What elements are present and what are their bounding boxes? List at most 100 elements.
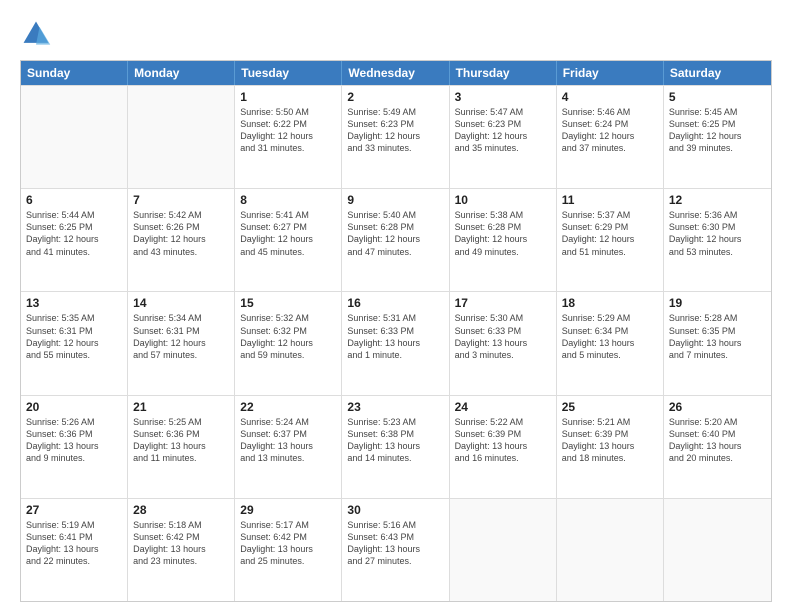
day-number: 9 [347,193,443,207]
day-number: 19 [669,296,766,310]
weekday-header: Tuesday [235,61,342,85]
day-number: 8 [240,193,336,207]
calendar-day-22: 22 Sunrise: 5:24 AM Sunset: 6:37 PM Dayli… [235,396,342,498]
calendar-day-6: 6 Sunrise: 5:44 AM Sunset: 6:25 PM Daylig… [21,189,128,291]
calendar-body: 1 Sunrise: 5:50 AM Sunset: 6:22 PM Daylig… [21,85,771,601]
calendar-day-25: 25 Sunrise: 5:21 AM Sunset: 6:39 PM Dayli… [557,396,664,498]
day-number: 7 [133,193,229,207]
calendar-day-21: 21Sunrise: 5:25 AM Sunset: 6:36 PM Dayli… [128,396,235,498]
weekday-header: Monday [128,61,235,85]
day-info: Sunrise: 5:29 AM Sunset: 6:34 PM Dayligh… [562,312,658,361]
day-number: 4 [562,90,658,104]
calendar-day-1: 1 Sunrise: 5:50 AM Sunset: 6:22 PM Daylig… [235,86,342,188]
day-info: Sunrise: 5:21 AM Sunset: 6:39 PM Dayligh… [562,416,658,465]
calendar-day-17: 17 Sunrise: 5:30 AM Sunset: 6:33 PM Dayli… [450,292,557,394]
calendar-day-28: 28 Sunrise: 5:18 AM Sunset: 6:42 PM Dayli… [128,499,235,601]
calendar-empty-cell [557,499,664,601]
calendar-day-13: 13 Sunrise: 5:35 AM Sunset: 6:31 PM Dayli… [21,292,128,394]
day-info: Sunrise: 5:22 AM Sunset: 6:39 PM Dayligh… [455,416,551,465]
calendar-day-5: 5Sunrise: 5:45 AM Sunset: 6:25 PM Daylig… [664,86,771,188]
day-number: 29 [240,503,336,517]
day-info: Sunrise: 5:23 AM Sunset: 6:38 PM Dayligh… [347,416,443,465]
day-number: 10 [455,193,551,207]
weekday-header: Sunday [21,61,128,85]
day-info: Sunrise: 5:36 AM Sunset: 6:30 PM Dayligh… [669,209,766,258]
calendar-day-30: 30 Sunrise: 5:16 AM Sunset: 6:43 PM Dayli… [342,499,449,601]
day-number: 28 [133,503,229,517]
day-number: 3 [455,90,551,104]
day-info: Sunrise: 5:17 AM Sunset: 6:42 PM Dayligh… [240,519,336,568]
day-info: Sunrise: 5:16 AM Sunset: 6:43 PM Dayligh… [347,519,443,568]
day-info: Sunrise: 5:31 AM Sunset: 6:33 PM Dayligh… [347,312,443,361]
day-info: Sunrise: 5:50 AM Sunset: 6:22 PM Dayligh… [240,106,336,155]
calendar: SundayMondayTuesdayWednesdayThursdayFrid… [20,60,772,602]
calendar-day-12: 12 Sunrise: 5:36 AM Sunset: 6:30 PM Dayli… [664,189,771,291]
day-number: 11 [562,193,658,207]
calendar-day-11: 11 Sunrise: 5:37 AM Sunset: 6:29 PM Dayli… [557,189,664,291]
day-number: 14 [133,296,229,310]
day-info: Sunrise: 5:25 AM Sunset: 6:36 PM Dayligh… [133,416,229,465]
calendar-day-16: 16 Sunrise: 5:31 AM Sunset: 6:33 PM Dayli… [342,292,449,394]
day-info: Sunrise: 5:44 AM Sunset: 6:25 PM Dayligh… [26,209,122,258]
day-info: Sunrise: 5:49 AM Sunset: 6:23 PM Dayligh… [347,106,443,155]
day-info: Sunrise: 5:26 AM Sunset: 6:36 PM Dayligh… [26,416,122,465]
day-number: 1 [240,90,336,104]
calendar-day-24: 24 Sunrise: 5:22 AM Sunset: 6:39 PM Dayli… [450,396,557,498]
day-info: Sunrise: 5:41 AM Sunset: 6:27 PM Dayligh… [240,209,336,258]
calendar-empty-cell [450,499,557,601]
calendar-row: 20 Sunrise: 5:26 AM Sunset: 6:36 PM Dayli… [21,395,771,498]
calendar-day-15: 15 Sunrise: 5:32 AM Sunset: 6:32 PM Dayli… [235,292,342,394]
day-number: 13 [26,296,122,310]
day-number: 30 [347,503,443,517]
calendar-day-19: 19Sunrise: 5:28 AM Sunset: 6:35 PM Dayli… [664,292,771,394]
day-info: Sunrise: 5:18 AM Sunset: 6:42 PM Dayligh… [133,519,229,568]
calendar-header: SundayMondayTuesdayWednesdayThursdayFrid… [21,61,771,85]
calendar-day-2: 2Sunrise: 5:49 AM Sunset: 6:23 PM Daylig… [342,86,449,188]
day-number: 6 [26,193,122,207]
day-number: 23 [347,400,443,414]
day-info: Sunrise: 5:24 AM Sunset: 6:37 PM Dayligh… [240,416,336,465]
day-info: Sunrise: 5:35 AM Sunset: 6:31 PM Dayligh… [26,312,122,361]
calendar-empty-cell [128,86,235,188]
calendar-day-23: 23 Sunrise: 5:23 AM Sunset: 6:38 PM Dayli… [342,396,449,498]
day-number: 26 [669,400,766,414]
calendar-day-26: 26 Sunrise: 5:20 AM Sunset: 6:40 PM Dayli… [664,396,771,498]
day-number: 24 [455,400,551,414]
calendar-row: 27 Sunrise: 5:19 AM Sunset: 6:41 PM Dayli… [21,498,771,601]
calendar-day-18: 18Sunrise: 5:29 AM Sunset: 6:34 PM Dayli… [557,292,664,394]
day-info: Sunrise: 5:42 AM Sunset: 6:26 PM Dayligh… [133,209,229,258]
day-info: Sunrise: 5:46 AM Sunset: 6:24 PM Dayligh… [562,106,658,155]
day-info: Sunrise: 5:40 AM Sunset: 6:28 PM Dayligh… [347,209,443,258]
day-info: Sunrise: 5:37 AM Sunset: 6:29 PM Dayligh… [562,209,658,258]
day-info: Sunrise: 5:47 AM Sunset: 6:23 PM Dayligh… [455,106,551,155]
calendar-day-14: 14 Sunrise: 5:34 AM Sunset: 6:31 PM Dayli… [128,292,235,394]
day-number: 16 [347,296,443,310]
day-number: 20 [26,400,122,414]
day-info: Sunrise: 5:38 AM Sunset: 6:28 PM Dayligh… [455,209,551,258]
weekday-header: Thursday [450,61,557,85]
day-info: Sunrise: 5:45 AM Sunset: 6:25 PM Dayligh… [669,106,766,155]
day-info: Sunrise: 5:19 AM Sunset: 6:41 PM Dayligh… [26,519,122,568]
day-number: 12 [669,193,766,207]
day-number: 27 [26,503,122,517]
calendar-row: 13 Sunrise: 5:35 AM Sunset: 6:31 PM Dayli… [21,291,771,394]
calendar-row: 6 Sunrise: 5:44 AM Sunset: 6:25 PM Daylig… [21,188,771,291]
day-number: 15 [240,296,336,310]
day-number: 17 [455,296,551,310]
day-number: 25 [562,400,658,414]
day-info: Sunrise: 5:32 AM Sunset: 6:32 PM Dayligh… [240,312,336,361]
calendar-empty-cell [664,499,771,601]
calendar-day-9: 9 Sunrise: 5:40 AM Sunset: 6:28 PM Daylig… [342,189,449,291]
day-info: Sunrise: 5:34 AM Sunset: 6:31 PM Dayligh… [133,312,229,361]
calendar-day-20: 20 Sunrise: 5:26 AM Sunset: 6:36 PM Dayli… [21,396,128,498]
weekday-header: Friday [557,61,664,85]
header [20,18,772,50]
calendar-day-27: 27 Sunrise: 5:19 AM Sunset: 6:41 PM Dayli… [21,499,128,601]
calendar-day-7: 7 Sunrise: 5:42 AM Sunset: 6:26 PM Daylig… [128,189,235,291]
day-number: 22 [240,400,336,414]
calendar-day-8: 8 Sunrise: 5:41 AM Sunset: 6:27 PM Daylig… [235,189,342,291]
day-info: Sunrise: 5:30 AM Sunset: 6:33 PM Dayligh… [455,312,551,361]
calendar-day-29: 29 Sunrise: 5:17 AM Sunset: 6:42 PM Dayli… [235,499,342,601]
day-info: Sunrise: 5:20 AM Sunset: 6:40 PM Dayligh… [669,416,766,465]
calendar-row: 1 Sunrise: 5:50 AM Sunset: 6:22 PM Daylig… [21,85,771,188]
